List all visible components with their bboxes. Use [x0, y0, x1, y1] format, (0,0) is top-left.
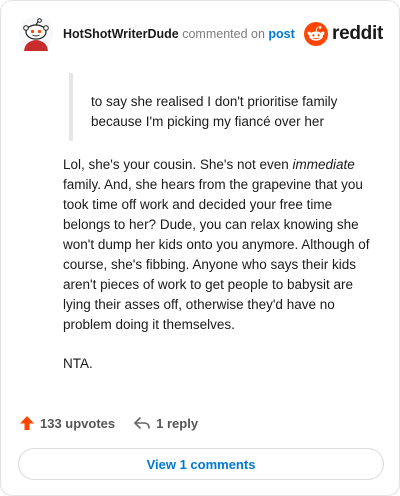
reply-count: 1 reply: [156, 415, 199, 431]
reddit-alien-icon: [304, 22, 329, 46]
comment-header: HotShotWriterDude commented on post redd…: [19, 17, 383, 51]
comment-meta: HotShotWriterDude commented on post: [63, 17, 295, 51]
comment-card: HotShotWriterDude commented on post redd…: [0, 0, 400, 496]
comment-actions: 133 upvotes 1 reply: [19, 413, 198, 433]
reply-button[interactable]: 1 reply: [133, 415, 198, 431]
quote-line: because I'm picking my fiancé over her: [91, 114, 324, 129]
post-link[interactable]: post: [268, 27, 294, 41]
snoo-avatar-icon[interactable]: [19, 17, 53, 51]
reddit-logo[interactable]: reddit: [304, 22, 383, 46]
commented-on-label: commented on: [182, 27, 265, 41]
quoted-text: to say she realised I don't prioritise f…: [69, 73, 369, 141]
upvote-button[interactable]: 133 upvotes: [19, 415, 115, 431]
quote-line: to say she realised I don't prioritise f…: [91, 94, 338, 109]
view-comments-button[interactable]: View 1 comments: [18, 448, 384, 480]
comment-text: Lol, she's your cousin. She's not even: [63, 157, 293, 172]
upvote-count: 133 upvotes: [40, 415, 116, 431]
comment-paragraph: Lol, she's your cousin. She's not even i…: [63, 155, 381, 335]
arrow-up-icon: [20, 416, 34, 430]
comment-body: Lol, she's your cousin. She's not even i…: [63, 155, 381, 393]
reply-arrow-icon: [134, 417, 150, 429]
comment-paragraph: NTA.: [63, 356, 93, 371]
reddit-wordmark: reddit: [332, 23, 383, 44]
comment-emphasis: immediate: [292, 157, 355, 172]
comment-text: family. And, she hears from the grapevin…: [63, 177, 370, 332]
username[interactable]: HotShotWriterDude: [63, 27, 179, 41]
